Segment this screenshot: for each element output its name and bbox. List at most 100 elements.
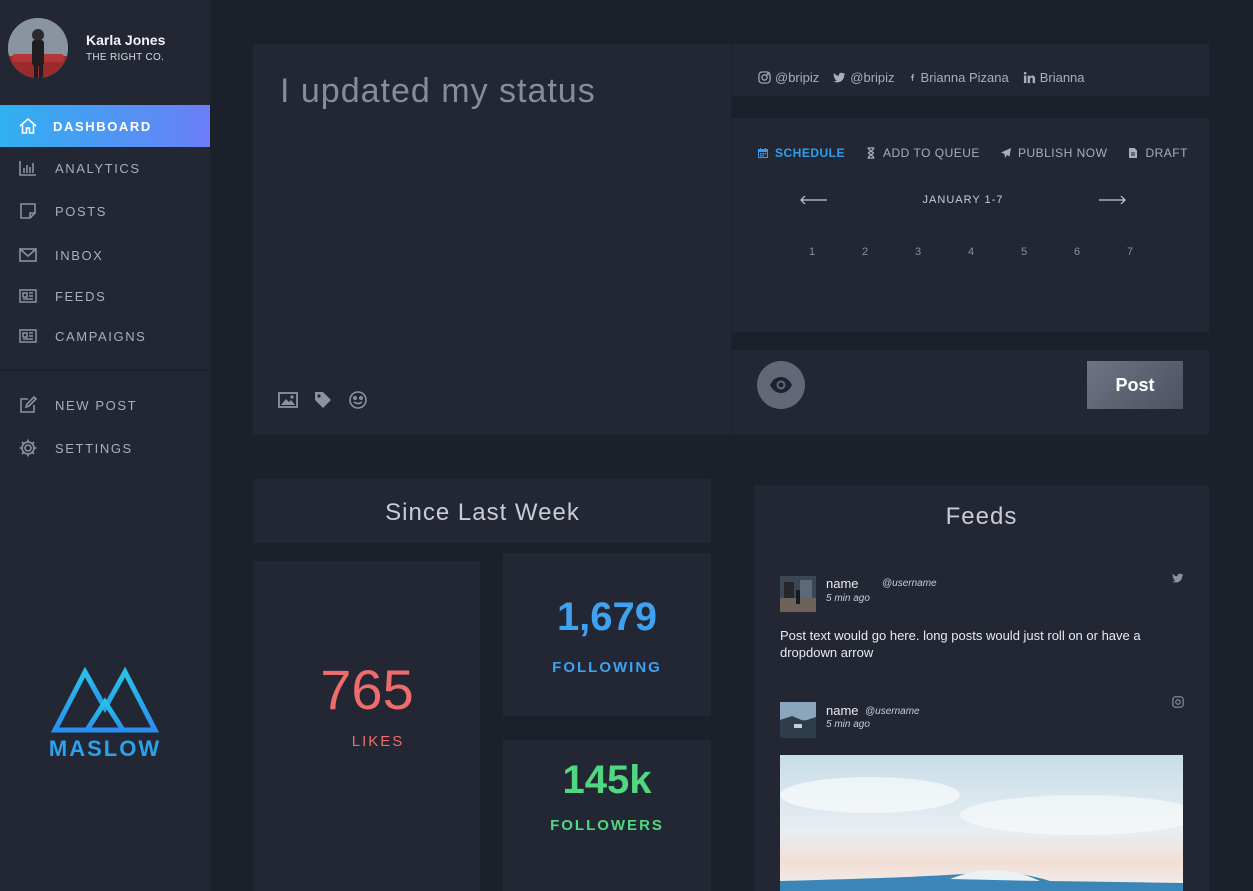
avatar[interactable] [8, 18, 68, 78]
envelope-icon [18, 245, 38, 265]
day-3[interactable]: 3 [915, 246, 968, 258]
sidebar-item-label: NEW POST [55, 397, 138, 413]
feeds-header: Feeds [754, 485, 1209, 547]
instagram-icon [1172, 696, 1184, 708]
sidebar-item-analytics[interactable]: ANALYTICS [0, 147, 210, 189]
note-icon [18, 201, 38, 221]
twitter-icon [1172, 572, 1184, 584]
sidebar-item-feeds[interactable]: FEEDS [0, 275, 210, 317]
composer-toolbar [278, 390, 368, 410]
feed-post-image[interactable] [780, 755, 1183, 891]
week-navigator: JANUARY 1-7 [800, 194, 1126, 206]
feed-avatar[interactable] [780, 702, 816, 738]
day-7[interactable]: 7 [1127, 246, 1180, 258]
tab-publish-now[interactable]: PUBLISH NOW [1000, 146, 1108, 160]
sidebar-item-label: DASHBOARD [53, 118, 152, 134]
post-action-bar: Post [732, 350, 1209, 435]
feed-post-text: Post text would go here. long posts woul… [780, 628, 1141, 660]
emoji-icon[interactable] [348, 390, 368, 410]
brand-name: MASLOW [48, 736, 162, 761]
week-label: JANUARY 1-7 [922, 194, 1004, 206]
following-label: FOLLOWING [552, 659, 662, 676]
newspaper-icon [18, 326, 38, 346]
feeds-title: Feeds [945, 503, 1018, 530]
sidebar-item-label: SETTINGS [55, 440, 133, 456]
maslow-mountain-icon [51, 666, 159, 733]
hourglass-icon [867, 147, 875, 159]
day-2[interactable]: 2 [862, 246, 915, 258]
feed-timestamp: 5 min ago [826, 593, 870, 604]
tab-draft[interactable]: DRAFT [1127, 146, 1188, 160]
facebook-icon [910, 74, 914, 81]
tag-icon[interactable] [313, 390, 333, 410]
following-stat: 1,679 FOLLOWING [503, 553, 711, 716]
feed-timestamp: 5 min ago [826, 719, 870, 730]
file-icon [1129, 148, 1138, 158]
brand-logo: MASLOW [44, 662, 166, 762]
eye-icon [770, 377, 792, 393]
paper-plane-icon [1000, 148, 1011, 158]
following-value: 1,679 [556, 595, 658, 639]
feed-author-name[interactable]: name [826, 576, 859, 591]
account-instagram[interactable]: @bripiz [758, 70, 819, 85]
profile-name: Karla Jones [86, 32, 166, 48]
likes-stat: 765 LIKES [254, 561, 480, 891]
prev-week-button[interactable] [800, 195, 828, 205]
gear-icon [18, 438, 38, 458]
linkedin-icon [1023, 71, 1035, 84]
preview-button[interactable] [757, 361, 805, 409]
sidebar-item-label: CAMPAIGNS [55, 328, 147, 344]
sidebar: Karla Jones THE RIGHT CO. DASHBOARD ANAL… [0, 0, 210, 891]
profile-company: THE RIGHT CO. [86, 52, 165, 63]
tab-schedule[interactable]: SCHEDULE [757, 146, 845, 160]
likes-value: 765 [320, 658, 414, 721]
feed-avatar[interactable] [780, 576, 816, 612]
sidebar-item-label: ANALYTICS [55, 160, 141, 176]
status-composer[interactable]: I updated my status [253, 44, 731, 435]
account-twitter[interactable]: @bripiz [833, 70, 895, 85]
feed-username[interactable]: @username [865, 706, 920, 717]
day-1[interactable]: 1 [809, 246, 862, 258]
followers-label: FOLLOWERS [550, 817, 664, 834]
sidebar-item-inbox[interactable]: INBOX [0, 234, 210, 276]
status-text-input[interactable]: I updated my status [280, 72, 596, 111]
feed-author-name[interactable]: name [826, 703, 859, 718]
day-6[interactable]: 6 [1074, 246, 1127, 258]
likes-label: LIKES [351, 733, 405, 750]
sidebar-item-label: FEEDS [55, 288, 107, 304]
calendar-icon [758, 148, 768, 158]
account-facebook[interactable]: Brianna Pizana [909, 70, 1009, 85]
arrow-right-icon [1099, 195, 1126, 205]
bar-chart-icon [18, 158, 38, 178]
twitter-icon [833, 72, 846, 83]
day-4[interactable]: 4 [968, 246, 1021, 258]
arrow-left-icon [800, 195, 827, 205]
day-picker: 1 2 3 4 5 6 7 [809, 246, 1180, 258]
sidebar-item-settings[interactable]: SETTINGS [0, 427, 210, 469]
publish-mode-tabs: SCHEDULE ADD TO QUEUE PUBLISH NOW DRAFT [757, 146, 1188, 160]
sidebar-item-campaigns[interactable]: CAMPAIGNS [0, 315, 210, 357]
image-icon[interactable] [278, 390, 298, 410]
sidebar-item-label: INBOX [55, 247, 104, 263]
home-icon [18, 116, 38, 136]
sidebar-item-dashboard[interactable]: DASHBOARD [0, 105, 210, 147]
followers-stat: 145k FOLLOWERS [503, 740, 711, 891]
sidebar-item-new-post[interactable]: NEW POST [0, 384, 210, 426]
post-button[interactable]: Post [1087, 361, 1183, 409]
tab-add-to-queue[interactable]: ADD TO QUEUE [865, 146, 980, 160]
sidebar-item-label: POSTS [55, 203, 108, 219]
instagram-icon [758, 71, 771, 84]
schedule-panel: SCHEDULE ADD TO QUEUE PUBLISH NOW DRAFT … [732, 118, 1209, 332]
sidebar-item-posts[interactable]: POSTS [0, 190, 210, 232]
stats-header: Since Last Week [254, 479, 711, 543]
feed-username[interactable]: @username [882, 578, 937, 589]
account-linkedin[interactable]: Brianna [1023, 70, 1085, 85]
day-5[interactable]: 5 [1021, 246, 1074, 258]
social-accounts-bar: @bripiz @bripiz Brianna Pizana Brianna [732, 44, 1209, 96]
followers-value: 145k [562, 758, 652, 802]
profile-card[interactable]: Karla Jones THE RIGHT CO. [0, 0, 210, 100]
newspaper-icon [18, 286, 38, 306]
next-week-button[interactable] [1098, 195, 1126, 205]
edit-icon [18, 395, 38, 415]
feed-list: name @username 5 min ago Post text would… [754, 547, 1209, 891]
